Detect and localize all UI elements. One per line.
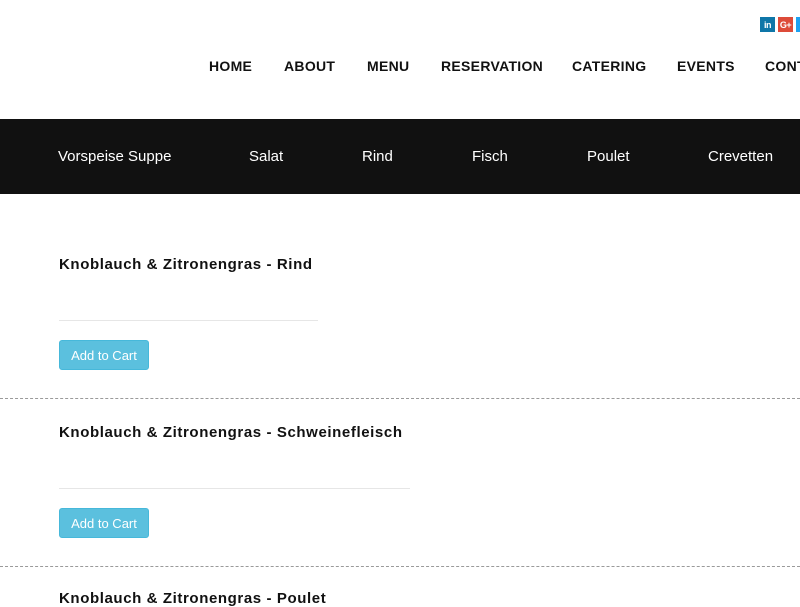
category-salat[interactable]: Salat [249,148,283,165]
category-bar: Vorspeise Suppe Salat Rind Fisch Poulet … [0,119,800,194]
linkedin-icon[interactable]: in [760,17,775,32]
section-divider [0,566,800,567]
section-divider [0,398,800,399]
social-icon[interactable] [796,17,800,32]
item-divider [59,320,318,321]
nav-contact[interactable]: CONT [765,58,800,74]
add-to-cart-button[interactable]: Add to Cart [59,508,149,538]
google-plus-icon[interactable]: G+ [778,17,793,32]
nav-reservation[interactable]: RESERVATION [441,58,543,74]
site-header: in G+ HOME ABOUT MENU RESERVATION CATERI… [0,0,800,119]
nav-menu[interactable]: MENU [367,58,409,74]
category-poulet[interactable]: Poulet [587,148,630,165]
main-nav: HOME ABOUT MENU RESERVATION CATERING EVE… [0,58,800,76]
category-vorspeise-suppe[interactable]: Vorspeise Suppe [58,148,171,165]
category-fisch[interactable]: Fisch [472,148,508,165]
category-rind[interactable]: Rind [362,148,393,165]
nav-about[interactable]: ABOUT [284,58,335,74]
add-to-cart-button[interactable]: Add to Cart [59,340,149,370]
social-links: in G+ [760,17,800,32]
item-title: Knoblauch & Zitronengras - Schweinefleis… [59,424,403,441]
nav-catering[interactable]: CATERING [572,58,646,74]
nav-home[interactable]: HOME [209,58,252,74]
item-title: Knoblauch & Zitronengras - Poulet [59,590,327,607]
item-divider [59,488,410,489]
category-crevetten[interactable]: Crevetten [708,148,773,165]
nav-events[interactable]: EVENTS [677,58,735,74]
item-title: Knoblauch & Zitronengras - Rind [59,256,313,273]
